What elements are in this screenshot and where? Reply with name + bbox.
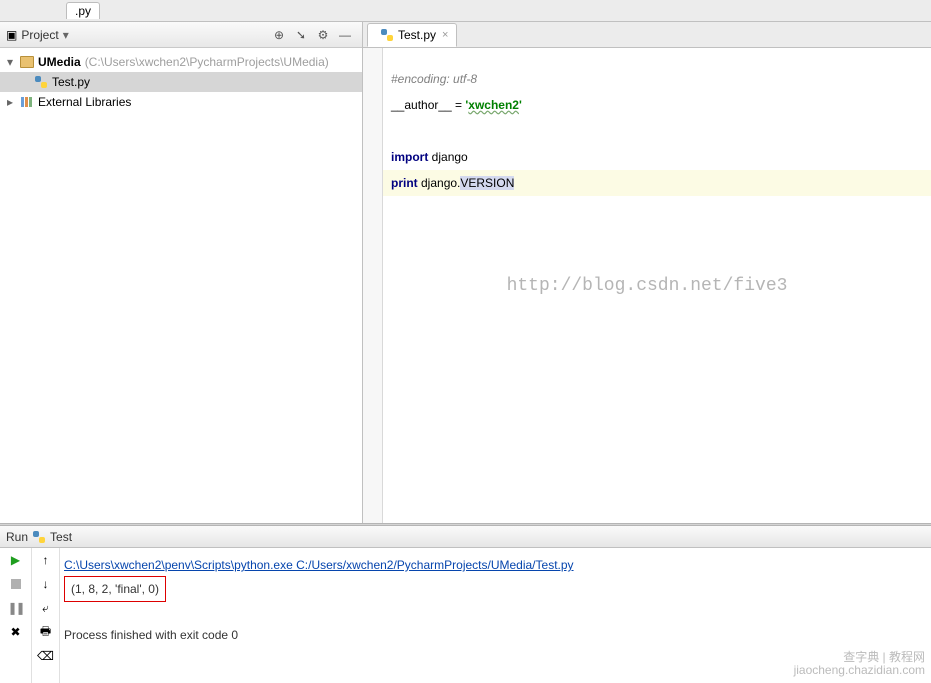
chevron-right-icon[interactable]: ▸ xyxy=(4,95,16,109)
code-line-1: #encoding: utf-8 xyxy=(391,72,477,86)
project-panel: ▣ Project ▾ ⊕ ➘ ⚙ — ▾ UMedia (C:\Users\x… xyxy=(0,22,363,523)
library-icon xyxy=(20,95,34,109)
print-button[interactable]: 🖶 xyxy=(32,620,59,644)
pause-button[interactable]: ❚❚ xyxy=(0,596,31,620)
main-area: ▣ Project ▾ ⊕ ➘ ⚙ — ▾ UMedia (C:\Users\x… xyxy=(0,22,931,523)
project-view-dropdown[interactable]: ▾ xyxy=(63,28,69,42)
hide-panel-button[interactable]: — xyxy=(334,25,356,45)
tree-file-testpy[interactable]: Test.py xyxy=(0,72,362,92)
python-file-icon xyxy=(34,75,48,89)
tree-project-root[interactable]: ▾ UMedia (C:\Users\xwchen2\PycharmProjec… xyxy=(0,52,362,72)
project-view-icon: ▣ xyxy=(6,28,17,42)
recent-file-tab[interactable]: .py xyxy=(66,2,100,19)
project-root-path: (C:\Users\xwchen2\PycharmProjects\UMedia… xyxy=(85,55,329,69)
highlighted-output: (1, 8, 2, 'final', 0) xyxy=(64,576,166,602)
clear-button[interactable]: ⌫ xyxy=(32,644,59,668)
scroll-up-button[interactable]: ↑ xyxy=(32,548,59,572)
code-line-2: __author__ = 'xwchen2' xyxy=(391,92,931,118)
editor-tab-testpy[interactable]: Test.py × xyxy=(367,23,457,47)
code-line-3 xyxy=(391,118,931,144)
stop-button[interactable] xyxy=(0,572,31,596)
chevron-down-icon[interactable]: ▾ xyxy=(4,55,16,69)
project-header: ▣ Project ▾ ⊕ ➘ ⚙ — xyxy=(0,22,362,48)
soft-wrap-button[interactable]: ⤶ xyxy=(32,596,59,620)
python-file-icon xyxy=(32,530,46,544)
rerun-button[interactable]: ▶ xyxy=(0,548,31,572)
project-header-label[interactable]: Project xyxy=(21,28,58,42)
editor-gutter[interactable] xyxy=(363,48,383,523)
scroll-down-button[interactable]: ↓ xyxy=(32,572,59,596)
run-nav-column: ↑ ↓ ⤶ 🖶 ⌫ xyxy=(32,548,60,683)
run-controls-column: ▶ ❚❚ ✖ xyxy=(0,548,32,683)
watermark-text: http://blog.csdn.net/five3 xyxy=(507,273,788,299)
console-blank-line xyxy=(64,602,927,624)
console-command-line[interactable]: C:\Users\xwchen2\penv\Scripts\python.exe… xyxy=(64,554,927,576)
stop-icon xyxy=(11,579,21,589)
python-file-icon xyxy=(380,28,394,42)
code-editor[interactable]: #encoding: utf-8 __author__ = 'xwchen2' … xyxy=(363,48,931,523)
project-tree[interactable]: ▾ UMedia (C:\Users\xwchen2\PycharmProjec… xyxy=(0,48,362,523)
top-toolbar: .py xyxy=(0,0,931,22)
console-output-line: (1, 8, 2, 'final', 0) xyxy=(64,576,927,602)
editor-tab-label: Test.py xyxy=(398,28,436,42)
close-tab-button[interactable]: × xyxy=(442,29,448,41)
code-line-5: print django.VERSION xyxy=(391,170,931,196)
folder-icon xyxy=(20,56,34,68)
external-libraries-label: External Libraries xyxy=(38,95,131,109)
project-settings-button[interactable]: ⚙ xyxy=(312,25,334,45)
run-tool-header[interactable]: Run Test xyxy=(0,526,931,548)
editor-tabbar: Test.py × xyxy=(363,22,931,48)
run-config-name: Test xyxy=(50,530,72,544)
code-line-4: import django xyxy=(391,144,931,170)
run-header-prefix: Run xyxy=(6,530,28,544)
editor-area: Test.py × #encoding: utf-8 __author__ = … xyxy=(363,22,931,523)
run-tool-window: ▶ ❚❚ ✖ ↑ ↓ ⤶ 🖶 ⌫ C:\Users\xwchen2\penv\S… xyxy=(0,548,931,683)
project-root-name: UMedia xyxy=(38,55,81,69)
close-run-button[interactable]: ✖ xyxy=(0,620,31,644)
console-output[interactable]: C:\Users\xwchen2\penv\Scripts\python.exe… xyxy=(60,548,931,683)
scroll-from-source-button[interactable]: ⊕ xyxy=(268,25,290,45)
console-exit-line: Process finished with exit code 0 xyxy=(64,624,927,646)
tree-file-label: Test.py xyxy=(52,75,90,89)
tree-external-libraries[interactable]: ▸ External Libraries xyxy=(0,92,362,112)
collapse-all-button[interactable]: ➘ xyxy=(290,25,312,45)
